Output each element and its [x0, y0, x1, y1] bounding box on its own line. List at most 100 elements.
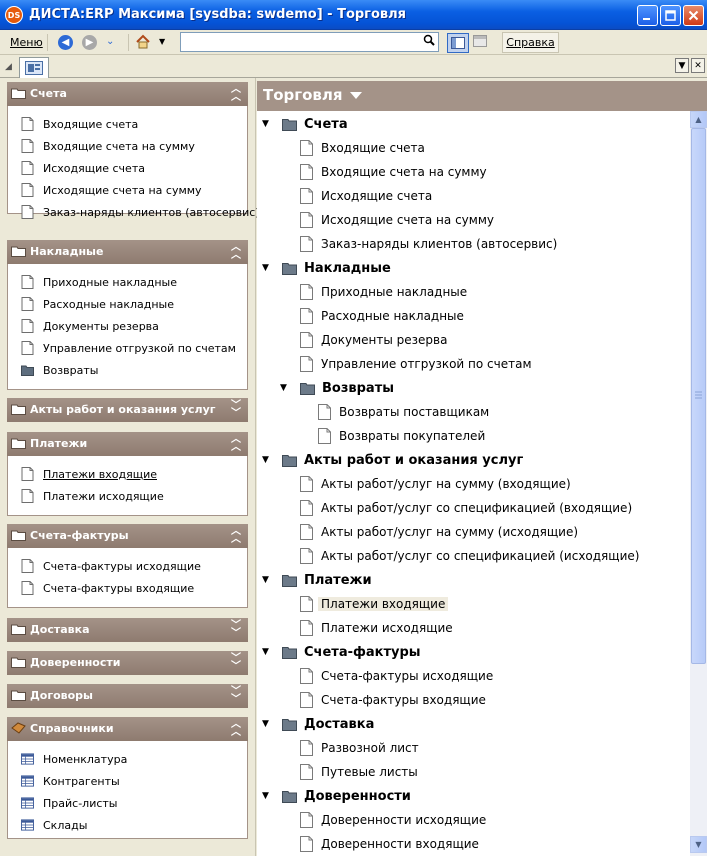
tree-item[interactable]: Входящие счета на сумму — [299, 161, 487, 183]
nav-item[interactable]: Входящие счета — [21, 116, 138, 132]
tree-item[interactable]: Управление отгрузкой по счетам — [299, 353, 532, 375]
tree-folder[interactable]: ▼ Счета-фактуры — [262, 641, 421, 663]
group-header[interactable]: Счета-фактуры ︿ ︿ — [7, 524, 248, 548]
tree-item[interactable]: Акты работ/услуг на сумму (исходящие) — [299, 521, 578, 543]
tree-item[interactable]: Акты работ/услуг со спецификацией (исход… — [299, 545, 639, 567]
tree-item[interactable]: Документы резерва — [299, 329, 447, 351]
tree-item[interactable]: Платежи исходящие — [299, 617, 453, 639]
nav-item[interactable]: Исходящие счета — [21, 160, 145, 176]
group-header[interactable]: Платежи ︿ ︿ — [7, 432, 248, 456]
tree-folder[interactable]: ▼ Накладные — [262, 257, 391, 279]
tree-item[interactable]: Исходящие счета на сумму — [299, 209, 494, 231]
nav-item[interactable]: Возвраты — [21, 362, 98, 378]
page-title[interactable]: Торговля — [263, 86, 362, 104]
tree-item[interactable]: Расходные накладные — [299, 305, 464, 327]
tree-label: Возвраты покупателей — [339, 429, 486, 443]
expand-toggle-icon[interactable]: ▼ — [262, 119, 272, 129]
tree-item[interactable]: Счета-фактуры входящие — [299, 689, 486, 711]
minimize-button[interactable] — [637, 5, 658, 26]
expand-icon[interactable]: ﹀ ﹀ — [231, 654, 241, 672]
home-button[interactable] — [135, 34, 151, 53]
expand-toggle-icon[interactable]: ▼ — [262, 791, 272, 801]
scroll-down-button[interactable]: ▼ — [690, 836, 707, 853]
tree-item[interactable]: Доверенности входящие — [299, 833, 479, 855]
help-button[interactable]: Справка — [502, 32, 559, 53]
group-header[interactable]: Акты работ и оказания услуг ﹀ ﹀ — [7, 398, 248, 422]
app-icon[interactable]: DS — [5, 6, 23, 24]
home-dropdown-icon[interactable]: ▼ — [159, 37, 165, 46]
tab-main[interactable] — [19, 57, 49, 78]
nav-item-label: Счета-фактуры исходящие — [43, 559, 201, 573]
expand-icon[interactable]: ﹀ ﹀ — [231, 687, 241, 705]
close-button[interactable] — [683, 5, 704, 26]
search-button[interactable] — [423, 34, 435, 49]
tree-item[interactable]: Возвраты поставщикам — [317, 401, 489, 423]
tree-folder[interactable]: ▼ Доверенности — [262, 785, 411, 807]
scroll-up-button[interactable]: ▲ — [690, 111, 707, 128]
view-panel-button[interactable] — [447, 33, 469, 53]
tree-item[interactable]: Платежи входящие — [299, 593, 449, 615]
group-header[interactable]: Договоры ﹀ ﹀ — [7, 684, 248, 708]
expand-icon[interactable]: ﹀ ﹀ — [231, 401, 241, 419]
nav-item[interactable]: Платежи исходящие — [21, 488, 164, 504]
menu-button[interactable]: Меню — [10, 36, 43, 49]
expand-toggle-icon[interactable]: ▼ — [280, 383, 290, 393]
expand-toggle-icon[interactable]: ▼ — [262, 647, 272, 657]
nav-item[interactable]: Приходные накладные — [21, 274, 177, 290]
group-header[interactable]: Справочники ︿ ︿ — [7, 717, 248, 741]
nav-item[interactable]: Контрагенты — [21, 773, 120, 789]
collapse-icon[interactable]: ︿ ︿ — [231, 435, 241, 453]
group-header[interactable]: Доверенности ﹀ ﹀ — [7, 651, 248, 675]
expand-toggle-icon[interactable]: ▼ — [262, 575, 272, 585]
expand-toggle-icon[interactable]: ▼ — [262, 263, 272, 273]
collapse-icon[interactable]: ︿ ︿ — [231, 720, 241, 738]
tree-item[interactable]: Приходные накладные — [299, 281, 467, 303]
tab-menu-button[interactable]: ▼ — [675, 58, 689, 73]
nav-item[interactable]: Документы резерва — [21, 318, 159, 334]
collapse-icon[interactable]: ︿ ︿ — [231, 527, 241, 545]
group-header[interactable]: Доставка ﹀ ﹀ — [7, 618, 248, 642]
nav-item[interactable]: Платежи входящие — [21, 466, 157, 482]
expand-toggle-icon[interactable]: ▼ — [262, 719, 272, 729]
view-full-button[interactable] — [473, 35, 487, 50]
tree-item[interactable]: Входящие счета — [299, 137, 425, 159]
nav-item[interactable]: Склады — [21, 817, 87, 833]
maximize-button[interactable] — [660, 5, 681, 26]
collapse-icon[interactable]: ︿ ︿ — [231, 243, 241, 261]
collapse-icon[interactable]: ︿ ︿ — [231, 85, 241, 103]
scrollbar-thumb[interactable] — [691, 128, 706, 664]
nav-item[interactable]: Исходящие счета на сумму — [21, 182, 202, 198]
tab-close-button[interactable]: ✕ — [691, 58, 705, 73]
nav-item[interactable]: Счета-фактуры исходящие — [21, 558, 201, 574]
tree-folder[interactable]: ▼ Акты работ и оказания услуг — [262, 449, 523, 471]
tree-folder[interactable]: ▼ Возвраты — [280, 377, 394, 399]
history-dropdown-icon[interactable]: ⌄ — [106, 36, 114, 47]
group-header[interactable]: Счета ︿ ︿ — [7, 82, 248, 106]
forward-button[interactable]: ▶ — [82, 35, 97, 50]
nav-item[interactable]: Входящие счета на сумму — [21, 138, 195, 154]
tree-folder[interactable]: ▼ Счета — [262, 113, 348, 135]
nav-item[interactable]: Счета-фактуры входящие — [21, 580, 194, 596]
group-header[interactable]: Накладные ︿ ︿ — [7, 240, 248, 264]
tree-item[interactable]: Акты работ/услуг на сумму (входящие) — [299, 473, 571, 495]
tree-item[interactable]: Развозной лист — [299, 737, 419, 759]
nav-item[interactable]: Заказ-наряды клиентов (автосервис) — [21, 204, 260, 220]
expand-toggle-icon[interactable]: ▼ — [262, 455, 272, 465]
tree-item[interactable]: Исходящие счета — [299, 185, 432, 207]
tree-item[interactable]: Доверенности исходящие — [299, 809, 486, 831]
tree-folder[interactable]: ▼ Доставка — [262, 713, 374, 735]
address-input[interactable] — [180, 32, 439, 52]
nav-item[interactable]: Номенклатура — [21, 751, 127, 767]
tree-folder[interactable]: ▼ Платежи — [262, 569, 372, 591]
expand-icon[interactable]: ﹀ ﹀ — [231, 621, 241, 639]
nav-item[interactable]: Расходные накладные — [21, 296, 174, 312]
back-button[interactable]: ◀ — [58, 35, 73, 50]
tab-scroll-icon[interactable]: ◢ — [5, 62, 12, 72]
tree-item[interactable]: Акты работ/услуг со спецификацией (входя… — [299, 497, 632, 519]
tree-item[interactable]: Возвраты покупателей — [317, 425, 485, 447]
nav-item[interactable]: Прайс-листы — [21, 795, 117, 811]
tree-item[interactable]: Путевые листы — [299, 761, 418, 783]
tree-item[interactable]: Счета-фактуры исходящие — [299, 665, 493, 687]
nav-item[interactable]: Управление отгрузкой по счетам — [21, 340, 236, 356]
tree-item[interactable]: Заказ-наряды клиентов (автосервис) — [299, 233, 557, 255]
